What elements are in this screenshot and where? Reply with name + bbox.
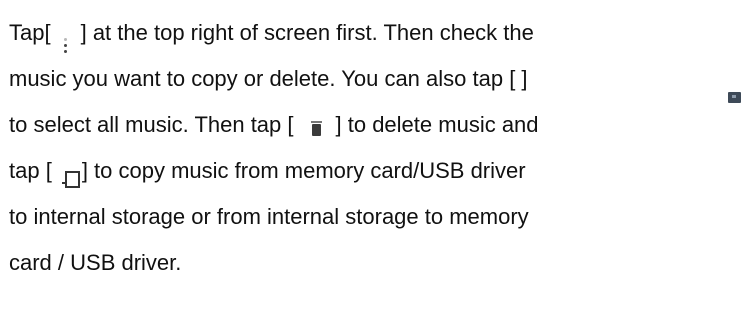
line3-text-after: ] to delete music and [335, 112, 539, 137]
line2-text: music you want to copy or delete. You ca… [9, 66, 528, 91]
instruction-line-4: tap [ ] to copy music from memory card/US… [9, 156, 526, 188]
instruction-paragraph: Tap[ ] at the top right of screen first. … [0, 0, 748, 320]
instruction-line-3: to select all music. Then tap [ ] to dele… [9, 110, 539, 140]
line1-text-before: Tap[ [9, 20, 51, 45]
line6-text: card / USB driver. [9, 250, 182, 275]
line4-text-before: tap [ [9, 158, 52, 183]
line4-text-after: ] to copy music from memory card/USB dri… [81, 158, 526, 183]
line3-text-before: to select all music. Then tap [ [9, 112, 294, 137]
instruction-line-6: card / USB driver. [9, 248, 181, 278]
instruction-line-5: to internal storage or from internal sto… [9, 202, 529, 232]
copy-icon [61, 171, 80, 188]
menu-icon-slot [51, 18, 81, 53]
copy-icon-slot [52, 156, 82, 188]
line5-text: to internal storage or from internal sto… [9, 204, 529, 229]
select-all-icon [728, 92, 741, 103]
delete-icon-slot [294, 110, 336, 140]
instruction-line-1: Tap[ ] at the top right of screen first. … [9, 18, 534, 53]
vertical-dots-icon [63, 36, 68, 54]
trash-icon [310, 121, 322, 136]
line1-text-after: ] at the top right of screen first. Then… [80, 20, 534, 45]
instruction-line-2: music you want to copy or delete. You ca… [9, 64, 528, 94]
